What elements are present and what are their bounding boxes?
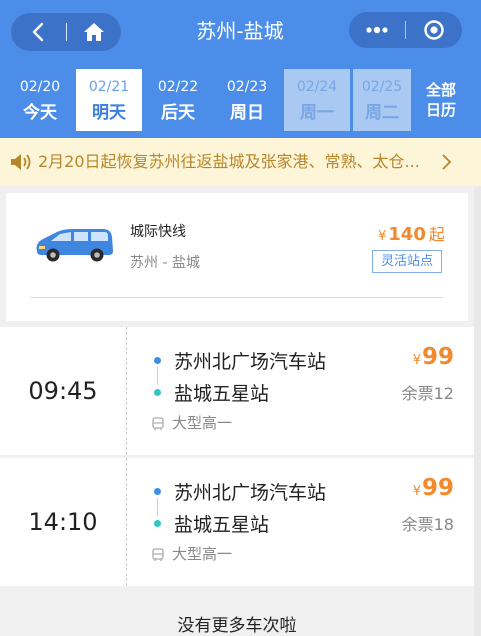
remaining-tickets: 余票18 [401,515,454,534]
trip-price: ¥99 [413,475,454,501]
date-tab-date: 02/21 [88,79,130,95]
trip-row[interactable]: 14:10 苏州北广场汽车站 盐城五星站 大型高一 ¥99 余票18 [0,458,474,586]
bus-small-icon [152,548,164,561]
date-tab-3[interactable]: 02/23 周日 [214,69,280,131]
route-connector [157,367,158,385]
flexible-stop-tag: 灵活站点 [372,250,442,273]
origin-station: 苏州北广场汽车站 [174,482,327,504]
nav-pill [11,13,121,51]
route-card[interactable]: 城际快线 苏州 - 盐城 ¥140 起 灵活站点 [6,193,468,321]
back-button[interactable] [11,13,65,51]
currency-symbol: ¥ [378,229,387,244]
bus-type: 大型高一 [172,414,233,432]
notice-text: 2月20日起恢复苏州往返盐城及张家港、常熟、太仓... [38,152,420,171]
date-tab-2[interactable]: 02/22 后天 [145,69,211,131]
route-connector [157,498,158,516]
price-value: 99 [421,344,454,370]
trip-row[interactable]: 09:45 苏州北广场汽车站 盐城五星站 大型高一 ¥99 余票12 [0,327,474,455]
more-button[interactable] [349,12,405,48]
dashed-divider [126,327,127,455]
remaining-tickets: 余票12 [401,384,454,403]
origin-dot [154,357,161,364]
notice-banner[interactable]: 2月20日起恢复苏州往返盐城及张家港、常熟、太仓... [0,138,481,186]
chevron-left-icon [32,22,44,42]
close-button[interactable] [406,12,462,48]
mini-program-capsule [349,12,462,48]
route-subtitle: 苏州 - 盐城 [130,255,200,271]
destination-dot [154,389,161,396]
origin-station: 苏州北广场汽车站 [174,351,327,373]
price-suffix: 起 [428,225,445,244]
departure-time: 14:10 [28,508,98,536]
destination-station: 盐城五星站 [174,514,270,536]
date-tab-label: 周二 [365,103,399,123]
header: 苏州-盐城 [0,0,481,62]
date-tab-label: 周日 [230,103,264,123]
date-tab-date: 02/22 [157,79,199,95]
more-dots-icon [366,26,388,34]
home-button[interactable] [67,13,121,51]
date-tab-4[interactable]: 02/24 周一 [284,69,350,131]
all-calendar-button[interactable]: 全部 日历 [413,69,469,131]
page-title: 苏州-盐城 [196,19,284,43]
date-tab-label: 明天 [92,103,126,123]
minibus-icon [36,229,113,262]
date-selector: 02/20 今天 02/21 明天 02/22 后天 02/23 周日 02/2… [0,62,481,138]
calendar-label-line2: 日历 [425,101,456,119]
scroll-track [474,186,481,636]
speaker-icon [11,154,31,170]
trip-price: ¥99 [413,344,454,370]
date-tab-label: 周一 [300,103,334,123]
departure-time: 09:45 [28,377,98,405]
date-tab-0[interactable]: 02/20 今天 [7,69,73,131]
destination-dot [154,520,161,527]
date-tab-5[interactable]: 02/25 周二 [353,69,411,131]
dashed-divider [126,458,127,586]
date-tab-label: 后天 [161,103,195,123]
route-price: ¥140 起 [378,221,445,245]
calendar-label-line1: 全部 [425,81,456,99]
date-tab-label: 今天 [23,103,57,123]
divider [30,297,443,298]
no-more-trips-text: 没有更多车次啦 [177,616,297,636]
date-tab-1[interactable]: 02/21 明天 [76,69,142,131]
destination-station: 盐城五星站 [174,383,270,405]
date-tab-date: 02/20 [19,79,61,95]
date-tab-date: 02/25 [361,79,403,95]
origin-dot [154,488,161,495]
price-value: 140 [388,224,426,245]
bus-type: 大型高一 [172,545,233,563]
currency-symbol: ¥ [412,484,421,499]
route-name: 城际快线 [130,224,186,240]
date-tab-date: 02/23 [226,79,268,95]
target-circle-icon [424,20,444,40]
home-icon [84,23,104,41]
date-tab-date: 02/24 [296,79,338,95]
price-value: 99 [421,475,454,501]
currency-symbol: ¥ [412,353,421,368]
chevron-right-icon [442,154,452,170]
bus-small-icon [152,417,164,430]
